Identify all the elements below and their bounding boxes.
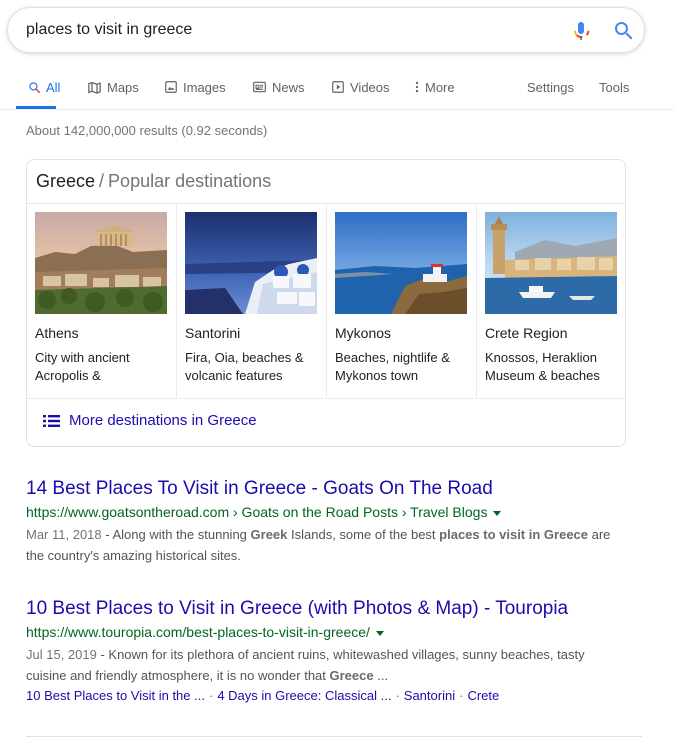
- card-title: Greece / Popular destinations: [36, 171, 271, 192]
- destination-name: Athens: [35, 325, 79, 341]
- result-url-text[interactable]: https://www.touropia.com/best-places-to-…: [26, 622, 370, 642]
- sitelink[interactable]: 4 Days in Greece: Classical ...: [217, 688, 391, 703]
- more-destinations-label: More destinations in Greece: [69, 412, 257, 429]
- tab-all[interactable]: All: [28, 78, 60, 96]
- snippet-text: Along with the stunning: [112, 527, 251, 542]
- dropdown-arrow-icon[interactable]: [375, 630, 384, 636]
- snippet-text: Known for its plethora of ancient ruins,…: [26, 647, 585, 683]
- sitelinks: 10 Best Places to Visit in the ... · 4 Day…: [26, 686, 646, 706]
- description-line-1: Knossos, Heraklion: [485, 350, 597, 365]
- dropdown-arrow-icon[interactable]: [493, 510, 502, 516]
- tab-tools[interactable]: Tools: [599, 78, 629, 96]
- news-icon: [253, 81, 266, 93]
- tab-label: More: [425, 79, 455, 95]
- result-snippet: Jul 15, 2019 - Known for its plethora of…: [26, 644, 626, 686]
- search-result: 10 Best Places to Visit in Greece (with …: [26, 597, 646, 706]
- mykonos-thumbnail: [335, 212, 467, 314]
- card-title-subtitle: Popular destinations: [108, 171, 272, 191]
- tab-news[interactable]: News: [252, 78, 305, 96]
- destination-name: Santorini: [185, 325, 241, 341]
- sitelink-separator: ·: [459, 688, 464, 703]
- destination-description: Beaches, nightlife & Mykonos town: [335, 349, 469, 385]
- result-date: Jul 15, 2019: [26, 647, 97, 662]
- result-url: https://www.goatsontheroad.com › Goats o…: [26, 502, 646, 522]
- active-tab-indicator: [16, 106, 56, 109]
- snippet-bold: Greece: [329, 668, 374, 683]
- description-line-2: volcanic features: [185, 368, 283, 383]
- tab-images[interactable]: Images: [164, 78, 226, 96]
- tab-label: Settings: [527, 79, 574, 95]
- destination-name: Mykonos: [335, 325, 392, 341]
- search-icon[interactable]: [612, 19, 636, 43]
- search-result: 14 Best Places To Visit in Greece - Goat…: [26, 477, 646, 566]
- destination-name: Crete Region: [485, 325, 568, 341]
- list-icon: [43, 414, 60, 427]
- result-url-text[interactable]: https://www.goatsontheroad.com › Goats o…: [26, 502, 487, 522]
- santorini-thumbnail: [185, 212, 317, 314]
- card-title-separator: /: [99, 171, 105, 191]
- description-line-2: Acropolis &: [35, 368, 101, 383]
- card-title-main[interactable]: Greece: [36, 171, 95, 191]
- result-title-link[interactable]: 10 Best Places to Visit in Greece (with …: [26, 597, 646, 621]
- tab-more[interactable]: More: [414, 78, 455, 96]
- search-bar: [7, 7, 645, 53]
- destination-description: Knossos, Heraklion Museum & beaches: [485, 349, 619, 385]
- sitelink[interactable]: 10 Best Places to Visit in the ...: [26, 688, 205, 703]
- snippet-text: Islands, some of the best: [287, 527, 440, 542]
- result-title-link[interactable]: 14 Best Places To Visit in Greece - Goat…: [26, 477, 646, 501]
- athens-thumbnail: [35, 212, 167, 314]
- search-input[interactable]: [26, 17, 546, 43]
- destination-crete[interactable]: Crete Region Knossos, Heraklion Museum & …: [477, 204, 625, 398]
- destinations-card: Greece / Popular destinations Athens City …: [26, 159, 626, 447]
- destinations-row: Athens City with ancient Acropolis & Sant…: [27, 203, 625, 399]
- tab-label: Tools: [599, 79, 630, 95]
- description-line-2: Museum & beaches: [485, 368, 600, 383]
- tab-label: All: [46, 79, 61, 95]
- destination-description: City with ancient Acropolis &: [35, 349, 169, 385]
- tab-videos[interactable]: Videos: [331, 78, 390, 96]
- destination-santorini[interactable]: Santorini Fira, Oia, beaches & volcanic f…: [177, 204, 327, 398]
- divider: [26, 736, 642, 737]
- snippet-bold: Greek: [250, 527, 288, 542]
- result-date: Mar 11, 2018: [26, 527, 102, 542]
- tab-maps[interactable]: Maps: [87, 78, 139, 96]
- description-line-1: Beaches, nightlife &: [335, 350, 450, 365]
- tab-label: Maps: [107, 79, 139, 95]
- microphone-icon[interactable]: [569, 19, 593, 43]
- video-icon: [332, 81, 344, 93]
- result-snippet: Mar 11, 2018 - Along with the stunning G…: [26, 524, 626, 566]
- snippet-text: ...: [373, 668, 389, 683]
- crete-thumbnail: [485, 212, 617, 314]
- snippet-bold: places to visit in Greece: [439, 527, 589, 542]
- more-destinations-link[interactable]: More destinations in Greece: [43, 412, 257, 429]
- snippet-dash: -: [96, 647, 109, 662]
- description-line-1: Fira, Oia, beaches &: [185, 350, 304, 365]
- result-url: https://www.touropia.com/best-places-to-…: [26, 622, 646, 642]
- sitelink[interactable]: Santorini: [404, 688, 455, 703]
- destination-athens[interactable]: Athens City with ancient Acropolis &: [27, 204, 177, 398]
- destination-description: Fira, Oia, beaches & volcanic features: [185, 349, 319, 385]
- destination-mykonos[interactable]: Mykonos Beaches, nightlife & Mykonos town: [327, 204, 477, 398]
- sitelink[interactable]: Crete: [467, 688, 499, 703]
- map-icon: [88, 81, 101, 94]
- description-line-2: Mykonos town: [335, 368, 419, 383]
- tab-label: Images: [183, 79, 226, 95]
- tab-settings[interactable]: Settings: [527, 78, 574, 96]
- sitelink-separator: ·: [208, 688, 214, 703]
- search-icon: [29, 81, 41, 93]
- image-icon: [165, 81, 177, 93]
- tab-label: Videos: [350, 79, 390, 95]
- result-stats: About 142,000,000 results (0.92 seconds): [26, 123, 268, 138]
- description-line-1: City with ancient: [35, 350, 130, 365]
- more-vert-icon: [415, 81, 419, 93]
- search-tabs: All Maps Images News Videos More Setting…: [0, 56, 674, 110]
- tab-label: News: [272, 79, 305, 95]
- snippet-dash: -: [101, 527, 113, 542]
- sitelink-separator: ·: [395, 688, 400, 703]
